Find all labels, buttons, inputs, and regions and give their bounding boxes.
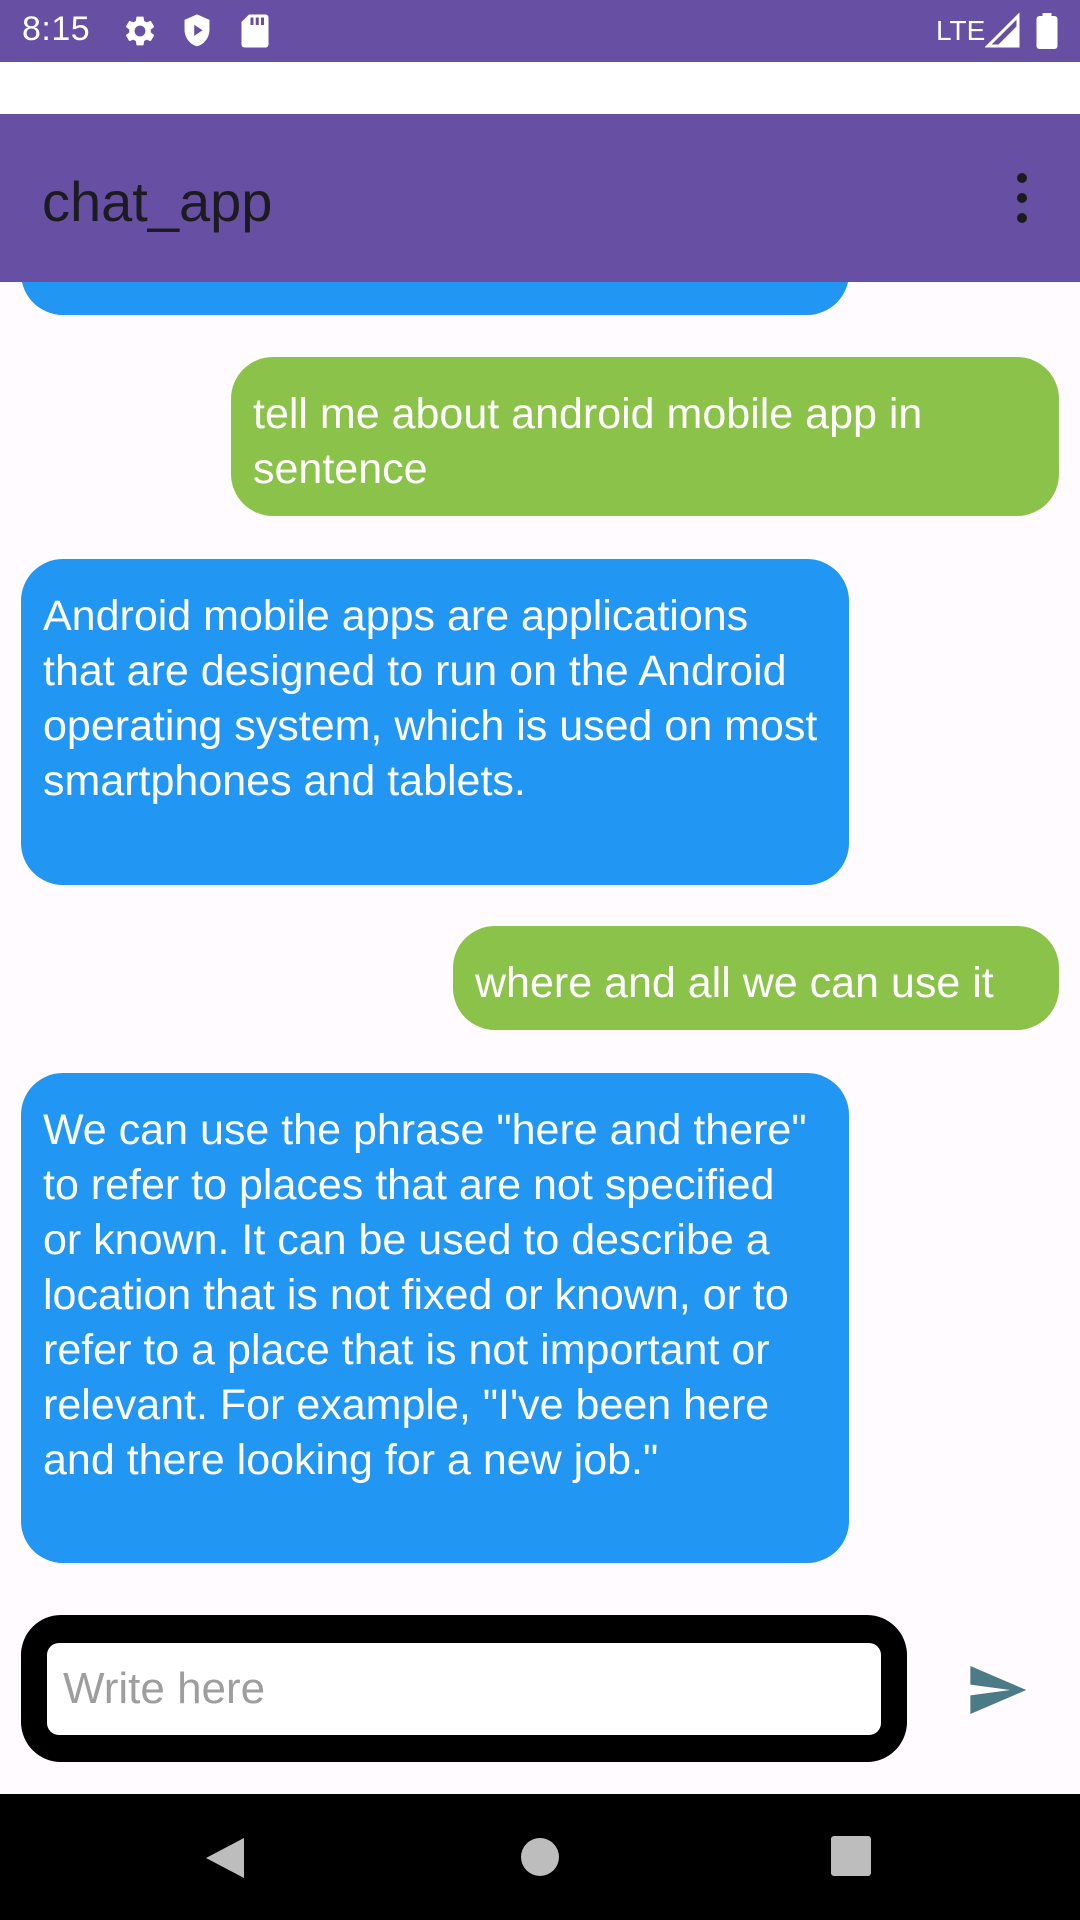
app-bar: chat_app	[0, 114, 1080, 282]
play-protect-icon	[184, 14, 210, 47]
bot-message-bubble: We can use the phrase "here and there" t…	[21, 1073, 849, 1563]
recents-icon[interactable]	[831, 1836, 871, 1876]
message-text: We can use the phrase "here and there" t…	[43, 1106, 807, 1484]
status-spacer	[0, 62, 1080, 114]
network-type: LTE	[936, 15, 986, 46]
message-input[interactable]	[47, 1643, 881, 1735]
send-icon[interactable]	[962, 1658, 1032, 1722]
battery-icon	[1036, 13, 1058, 49]
message-text: tell me about android mobile app in sent…	[253, 390, 923, 493]
chat-message-list[interactable]: tell me about android mobile app in sent…	[0, 282, 1080, 1602]
user-message-bubble: tell me about android mobile app in sent…	[231, 357, 1059, 516]
back-icon[interactable]	[204, 1836, 246, 1880]
status-bar: 8:15 LTE	[0, 0, 1080, 62]
user-message-bubble: where and all we can use it	[453, 926, 1059, 1030]
message-text: Android mobile apps are applications tha…	[43, 592, 818, 805]
status-time: 8:15	[22, 10, 91, 48]
bot-message-bubble	[21, 282, 849, 315]
app-title: chat_app	[42, 170, 273, 233]
navigation-bar	[0, 1794, 1080, 1920]
message-input-container	[21, 1615, 907, 1762]
message-text: where and all we can use it	[475, 959, 994, 1007]
settings-icon	[125, 16, 155, 46]
sd-card-icon	[241, 14, 269, 48]
signal-icon	[985, 13, 1020, 48]
home-icon[interactable]	[519, 1836, 561, 1878]
bot-message-bubble: Android mobile apps are applications tha…	[21, 559, 849, 885]
more-vert-icon[interactable]	[1000, 170, 1044, 226]
